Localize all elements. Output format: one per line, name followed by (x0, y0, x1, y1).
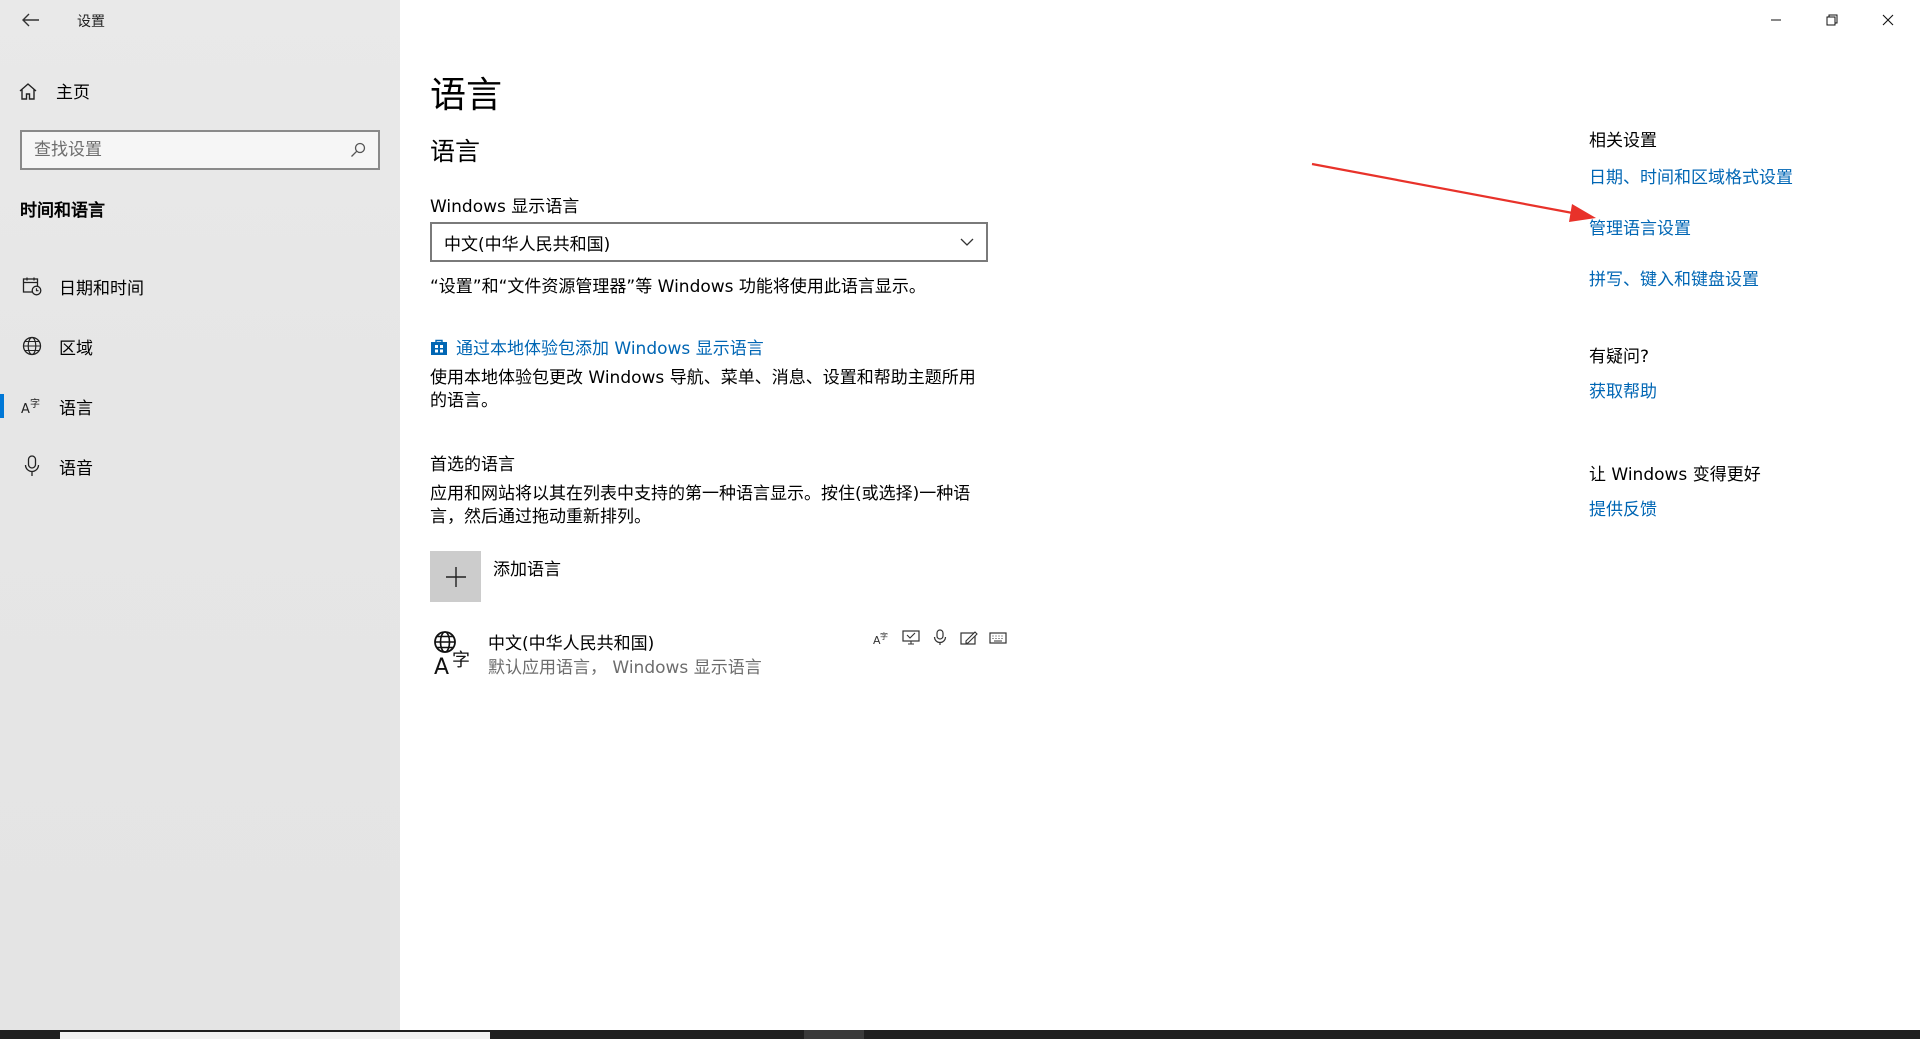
store-link[interactable]: 通过本地体验包添加 Windows 显示语言 (430, 334, 764, 359)
search-input[interactable] (34, 140, 350, 160)
add-language-label: 添加语言 (493, 560, 561, 580)
display-language-label: Windows 显示语言 (430, 197, 580, 217)
minimize-icon (1771, 19, 1781, 21)
taskbar (0, 1030, 1920, 1039)
help-heading: 有疑问? (1589, 347, 1650, 367)
back-arrow-icon (22, 13, 39, 27)
svg-text:A: A (434, 655, 449, 676)
store-description: 使用本地体验包更改 Windows 导航、菜单、消息、设置和帮助主题所用的语言。 (430, 368, 976, 411)
taskbar-segment (60, 1032, 490, 1039)
language-globe-icon: A 字 (434, 631, 470, 676)
display-language-dropdown[interactable]: 中文(中华人民共和国) (430, 222, 988, 262)
related-heading: 相关设置 (1589, 131, 1657, 151)
get-help-link[interactable]: 获取帮助 (1589, 377, 1889, 402)
home-label: 主页 (56, 83, 90, 103)
sidebar: 设置 主页 时间和语言 日期和时间 (0, 0, 400, 1030)
calendar-clock-icon (21, 275, 43, 297)
sidebar-item-region[interactable]: 区域 (0, 316, 400, 376)
preferred-description: 应用和网站将以其在列表中支持的第一种语言显示。按住(或选择)一种语言，然后通过拖… (430, 484, 971, 527)
display-language-note: “设置”和“文件资源管理器”等 Windows 功能将使用此语言显示。 (430, 277, 926, 297)
language-detail: 默认应用语言， Windows 显示语言 (488, 658, 762, 678)
search-box[interactable] (20, 130, 380, 170)
sidebar-item-language[interactable]: A 字 语言 (0, 376, 400, 436)
display-language-value: 中文(中华人民共和国) (444, 234, 611, 255)
related-settings: 相关设置 日期、时间和区域格式设置 管理语言设置 拼写、键入和键盘设置 (1589, 126, 1889, 290)
sidebar-item-home[interactable]: 主页 (18, 78, 90, 103)
language-icon: A 字 (21, 395, 43, 417)
main-content: 语言 语言 Windows 显示语言 中文(中华人民共和国) “设置”和“文件资… (400, 0, 1920, 1030)
taskbar-segment (804, 1030, 864, 1039)
preferred-heading: 首选的语言 (430, 455, 515, 475)
language-name: 中文(中华人民共和国) (488, 634, 655, 654)
window-title: 设置 (77, 14, 105, 30)
give-feedback-link[interactable]: 提供反馈 (1589, 495, 1889, 520)
close-icon (1882, 14, 1894, 26)
minimize-button[interactable] (1748, 0, 1804, 40)
section-heading: 语言 (430, 137, 481, 166)
sidebar-item-label: 日期和时间 (59, 278, 144, 299)
manage-language-settings-link[interactable]: 管理语言设置 (1589, 214, 1889, 239)
chevron-down-icon (960, 238, 974, 246)
home-icon (19, 82, 37, 100)
microphone-icon (21, 455, 43, 477)
restore-icon (1826, 14, 1838, 26)
feedback-heading: 让 Windows 变得更好 (1589, 465, 1761, 485)
spelling-typing-keyboard-link[interactable]: 拼写、键入和键盘设置 (1589, 265, 1889, 290)
section-title: 时间和语言 (20, 201, 105, 221)
language-list-item[interactable]: A 字 中文(中华人民共和国) 默认应用语言， Windows 显示语言 A字 (430, 628, 1007, 678)
restore-button[interactable] (1804, 0, 1860, 40)
search-icon[interactable] (350, 142, 366, 158)
sidebar-item-date-time[interactable]: 日期和时间 (0, 256, 400, 316)
store-link-text[interactable]: 通过本地体验包添加 Windows 显示语言 (456, 334, 764, 359)
store-bag-icon (431, 339, 447, 355)
globe-icon (21, 335, 43, 357)
speech-recognition-feature-icon (930, 628, 949, 647)
svg-text:字: 字 (30, 397, 40, 410)
svg-text:字: 字 (880, 631, 888, 641)
page-title: 语言 (430, 75, 503, 116)
date-region-format-link[interactable]: 日期、时间和区域格式设置 (1589, 163, 1889, 188)
sidebar-item-speech[interactable]: 语音 (0, 436, 400, 496)
sidebar-item-label: 区域 (59, 338, 93, 359)
help-section: 有疑问? 获取帮助 (1589, 342, 1889, 402)
handwriting-feature-icon (959, 628, 978, 647)
sidebar-item-label: 语音 (59, 458, 93, 479)
sidebar-nav: 日期和时间 区域 A 字 语言 语音 (0, 256, 400, 496)
plus-icon (430, 551, 481, 602)
svg-text:字: 字 (452, 650, 470, 671)
feedback-section: 让 Windows 变得更好 提供反馈 (1589, 460, 1889, 520)
text-to-speech-feature-icon (901, 628, 920, 647)
back-button[interactable] (14, 6, 48, 34)
language-features: A字 (872, 628, 1007, 647)
display-language-feature-icon: A字 (872, 628, 891, 647)
svg-text:A: A (21, 402, 30, 416)
keyboard-feature-icon (988, 628, 1007, 647)
sidebar-item-label: 语言 (59, 398, 93, 419)
add-language-button[interactable]: 添加语言 (430, 551, 561, 602)
close-button[interactable] (1860, 0, 1916, 40)
